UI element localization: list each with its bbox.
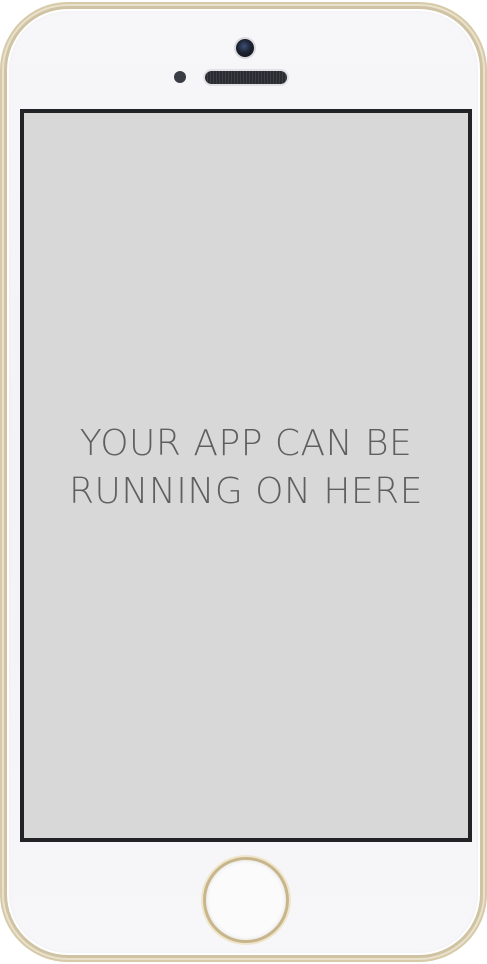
earpiece-speaker xyxy=(205,71,287,84)
home-button[interactable] xyxy=(203,857,289,943)
placeholder-message: YOUR APP CAN BE RUNNING ON HERE xyxy=(69,422,423,512)
front-camera-icon xyxy=(236,39,254,57)
device-mockup: YOUR APP CAN BE RUNNING ON HERE xyxy=(0,0,487,964)
app-screen[interactable]: YOUR APP CAN BE RUNNING ON HERE xyxy=(20,109,472,842)
proximity-sensor-icon xyxy=(174,71,186,83)
